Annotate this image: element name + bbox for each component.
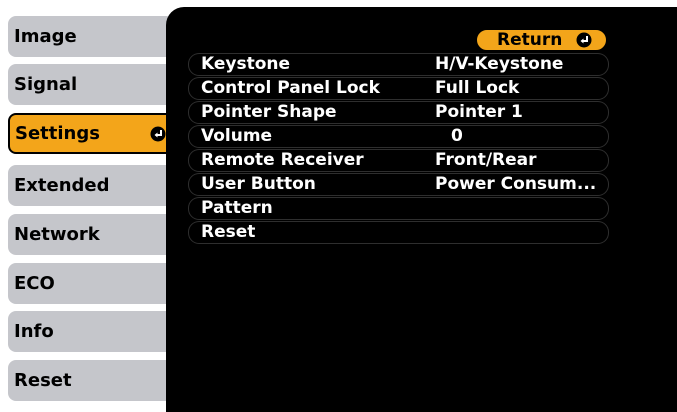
menu-row-label: Remote Receiver: [201, 150, 364, 170]
settings-panel: Return Keystone H/V-Keystone Control Pan…: [166, 7, 677, 412]
sidebar-item-image[interactable]: Image: [8, 16, 174, 57]
menu-row-keystone[interactable]: Keystone H/V-Keystone: [188, 53, 609, 76]
menu-row-value: Front/Rear: [435, 150, 537, 170]
menu-row-label: Keystone: [201, 54, 291, 74]
menu-row-label: Pattern: [201, 198, 273, 218]
sidebar-item-network[interactable]: Network: [8, 214, 174, 255]
menu-row-label: Volume: [201, 126, 273, 146]
menu-row-value: Full Lock: [435, 78, 520, 98]
sidebar-item-label: Signal: [14, 74, 78, 95]
sidebar-menu: Image Signal Settings Extended Network E…: [8, 16, 176, 412]
menu-row-value: 0: [451, 126, 463, 146]
sidebar-item-extended[interactable]: Extended: [8, 165, 174, 206]
sidebar-item-signal[interactable]: Signal: [8, 64, 174, 105]
enter-arrow-icon: [576, 32, 592, 48]
enter-arrow-icon: [150, 126, 166, 142]
menu-row-user-button[interactable]: User Button Power Consum...: [188, 173, 609, 196]
menu-row-label: Pointer Shape: [201, 102, 337, 122]
return-button[interactable]: Return: [475, 28, 608, 52]
menu-row-label: Control Panel Lock: [201, 78, 380, 98]
menu-row-value: Pointer 1: [435, 102, 523, 122]
sidebar-item-eco[interactable]: ECO: [8, 263, 174, 304]
sidebar-item-label: Reset: [14, 370, 72, 391]
menu-row-label: Reset: [201, 222, 256, 242]
sidebar-item-label: Image: [14, 26, 77, 47]
menu-row-value: H/V-Keystone: [435, 54, 564, 74]
sidebar-item-label: Settings: [15, 123, 100, 144]
menu-row-value: Power Consum...: [435, 174, 597, 194]
menu-row-reset[interactable]: Reset: [188, 221, 609, 244]
menu-row-pattern[interactable]: Pattern: [188, 197, 609, 220]
menu-row-remote-receiver[interactable]: Remote Receiver Front/Rear: [188, 149, 609, 172]
menu-row-pointer-shape[interactable]: Pointer Shape Pointer 1: [188, 101, 609, 124]
menu-row-control-panel-lock[interactable]: Control Panel Lock Full Lock: [188, 77, 609, 100]
sidebar-item-label: Extended: [14, 175, 110, 196]
menu-row-label: User Button: [201, 174, 316, 194]
menu-row-volume[interactable]: Volume 0: [188, 125, 609, 148]
sidebar-item-reset[interactable]: Reset: [8, 360, 174, 401]
sidebar-item-settings[interactable]: Settings: [8, 113, 174, 154]
sidebar-item-label: Network: [14, 224, 100, 245]
sidebar-item-label: ECO: [14, 273, 55, 294]
return-button-label: Return: [497, 30, 563, 50]
sidebar-item-label: Info: [14, 321, 54, 342]
sidebar-item-info[interactable]: Info: [8, 311, 174, 352]
